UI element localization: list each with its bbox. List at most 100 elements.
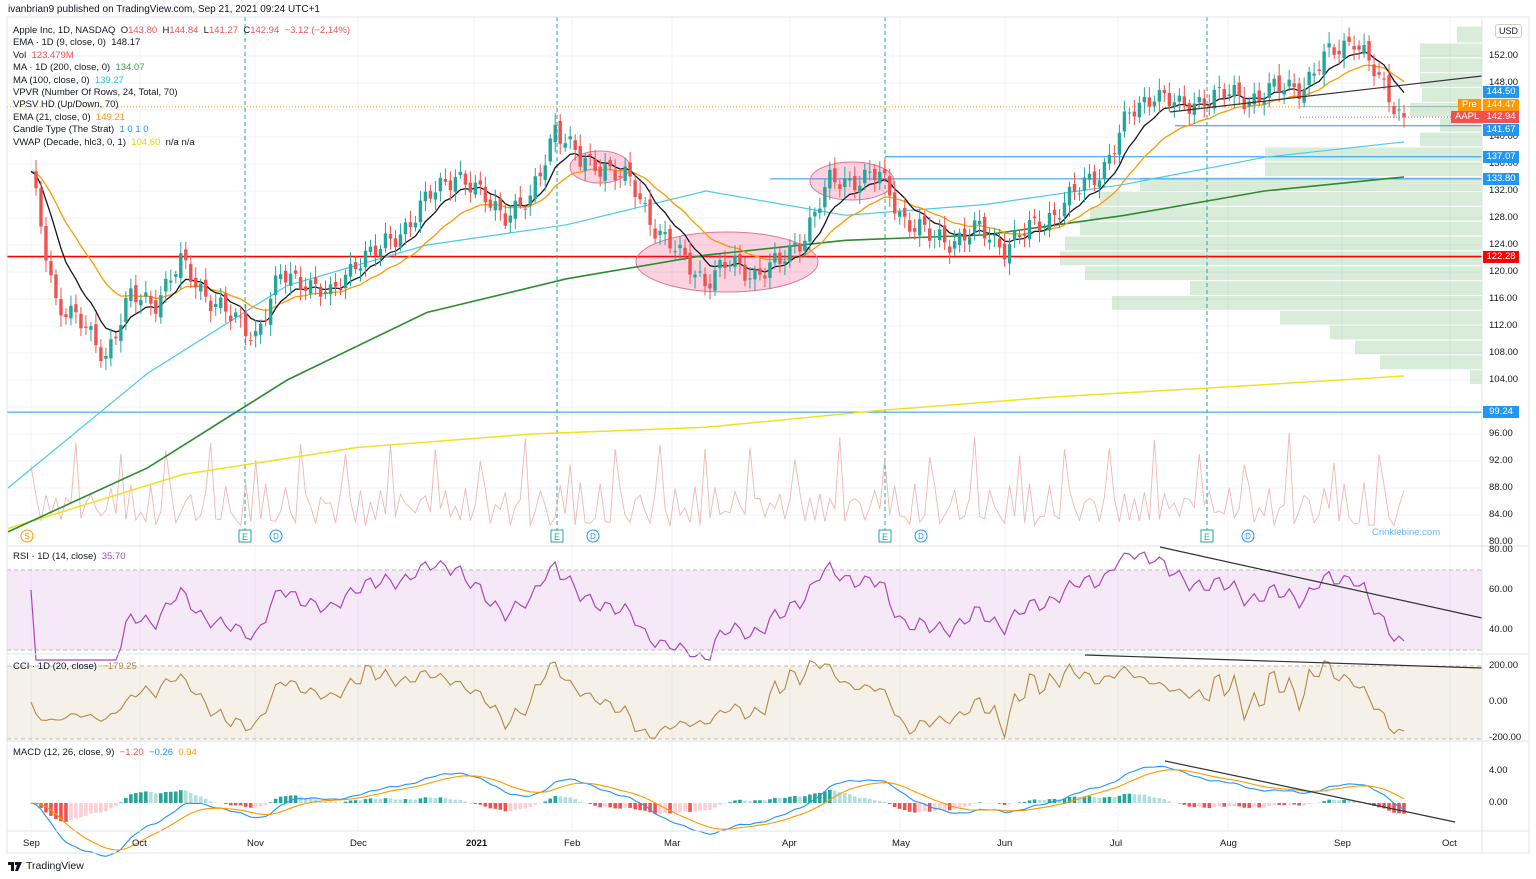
macd-histogram-bar: [238, 803, 243, 806]
macd-histogram-bar: [363, 799, 368, 803]
candle-body: [992, 234, 997, 236]
legend-candle-type[interactable]: Candle Type (The Strat) 1 0 1 0: [13, 124, 350, 136]
candle-body: [558, 120, 562, 144]
candle-body: [418, 200, 423, 223]
candle-body: [1377, 72, 1381, 75]
candle-body: [293, 270, 298, 274]
candle-body: [1047, 212, 1052, 231]
macd-legend[interactable]: MACD (12, 26, close, 9) −1.20 −0.26 0.94: [13, 747, 197, 758]
macd-histogram-bar: [154, 793, 158, 803]
legend-ma200[interactable]: MA · 1D (200, close, 0) 134.07: [13, 62, 350, 74]
macd-histogram-bar: [997, 803, 1002, 804]
candle-body: [798, 243, 802, 252]
macd-histogram-bar: [573, 799, 578, 803]
candle-body: [154, 300, 158, 314]
candle-body: [134, 285, 138, 303]
candle-body: [209, 300, 213, 312]
macd-histogram-bar: [253, 803, 258, 808]
macd-histogram-bar: [803, 796, 807, 803]
legend-ema21[interactable]: EMA (21, close, 0) 149.21: [13, 112, 350, 124]
legend-vpvr[interactable]: VPVR (Number Of Rows, 24, Total, 70): [13, 87, 350, 99]
candle-body: [189, 264, 193, 282]
candle-body: [728, 265, 732, 267]
macd-histogram-bar: [718, 803, 722, 805]
candle-body: [987, 239, 992, 243]
macd-histogram-bar: [1292, 803, 1296, 805]
legend-ema9[interactable]: EMA · 1D (9, close, 0) 148.17: [13, 37, 350, 49]
candle-body: [713, 270, 717, 291]
legend-volume[interactable]: Vol 123.479M: [13, 50, 350, 62]
candle-body: [1102, 161, 1107, 179]
legend-vpsv[interactable]: VPSV HD (Up/Down, 70): [13, 99, 350, 111]
candle-body: [703, 274, 707, 287]
candle-body: [229, 315, 233, 322]
candle-body: [868, 171, 872, 173]
macd-histogram-bar: [423, 797, 428, 803]
candle-body: [668, 228, 672, 249]
legend-vwap[interactable]: VWAP (Decade, hlc3, 0, 1) 104.60 n/a n/a: [13, 137, 350, 149]
candle-body: [1397, 109, 1401, 111]
candle-body: [34, 171, 38, 189]
candle-body: [199, 283, 203, 292]
macd-histogram-bar: [548, 798, 553, 803]
publisher-line: ivanbrian9 published on TradingView.com,…: [8, 4, 320, 15]
macd-histogram-bar: [458, 799, 463, 803]
candle-body: [808, 217, 812, 242]
candle-body: [194, 277, 198, 288]
macd-histogram-bar: [368, 798, 373, 803]
macd-histogram-bar: [168, 791, 173, 803]
candle-body: [718, 260, 722, 269]
candle-body: [139, 299, 143, 306]
macd-histogram-bar: [443, 797, 448, 803]
time-tick-label: Jun: [997, 838, 1013, 849]
macd-histogram-bar: [448, 799, 453, 803]
macd-histogram-bar: [139, 792, 143, 803]
candle-body: [932, 236, 937, 238]
macd-histogram-bar: [493, 803, 498, 809]
macd-histogram-bar: [1182, 803, 1187, 805]
candle-body: [878, 171, 882, 184]
candle-body: [318, 286, 323, 297]
macd-histogram-bar: [258, 803, 263, 807]
candle-body: [972, 220, 977, 234]
macd-histogram-bar: [568, 797, 573, 803]
signal-line: [30, 769, 1405, 851]
currency-button[interactable]: USD: [1495, 24, 1523, 38]
candle-body: [1342, 40, 1346, 59]
macd-histogram-bar: [198, 796, 203, 803]
candle-body: [1052, 209, 1057, 216]
level-badge: 137.07: [1483, 151, 1519, 163]
axis-tick-label: 104.00: [1489, 374, 1519, 385]
tradingview-logo[interactable]: TradingView: [8, 860, 84, 872]
candle-body: [1352, 46, 1356, 50]
earnings-marker-label: E: [242, 532, 248, 542]
macd-histogram-bar: [353, 800, 358, 803]
macd-histogram-bar: [1217, 803, 1222, 807]
candle-body: [388, 233, 393, 239]
candle-body: [538, 172, 542, 177]
macd-histogram-bar: [228, 803, 233, 806]
candle-body: [1177, 95, 1182, 102]
cci-legend[interactable]: CCI · 1D (20, close) −179.25: [13, 661, 137, 672]
macd-histogram-bar: [862, 798, 867, 803]
macd-histogram-bar: [1232, 803, 1237, 806]
candle-body: [1257, 90, 1261, 102]
macd-histogram-bar: [523, 803, 528, 809]
macd-histogram-bar: [418, 798, 423, 803]
candle-body: [1317, 69, 1321, 71]
axis-tick-label: 108.00: [1489, 347, 1519, 358]
rsi-legend[interactable]: RSI · 1D (14, close) 35.70: [13, 551, 125, 562]
macd-histogram-bar: [498, 803, 503, 810]
candle-body: [49, 261, 53, 276]
candle-body: [678, 244, 682, 249]
candle-body: [169, 280, 173, 283]
candle-body: [39, 188, 43, 227]
macd-histogram-bar: [134, 793, 138, 803]
macd-histogram-bar: [403, 799, 408, 803]
macd-histogram-bar: [1252, 803, 1257, 808]
candle-body: [149, 295, 153, 304]
macd-histogram-bar: [753, 800, 757, 803]
candle-body: [164, 278, 168, 292]
legend-ma100[interactable]: MA (100, close, 0) 139.27: [13, 75, 350, 87]
macd-histogram-bar: [848, 794, 852, 803]
